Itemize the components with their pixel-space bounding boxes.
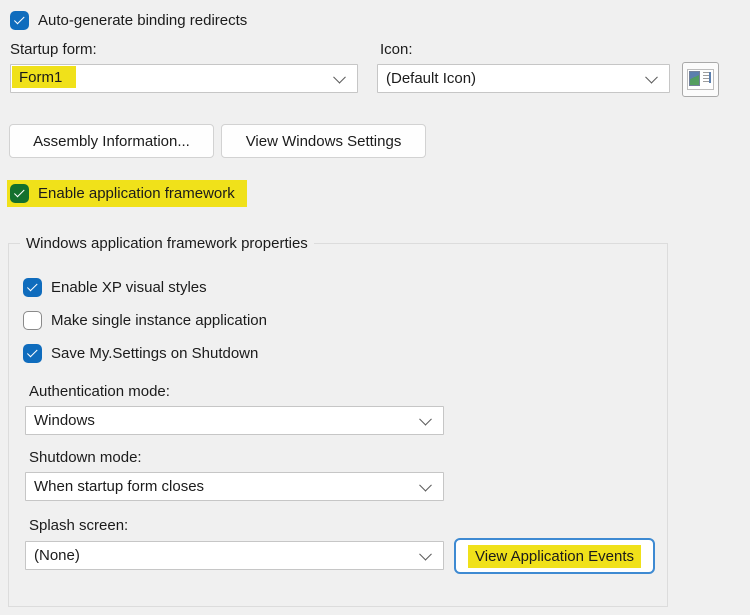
auto-generate-binding-redirects-label: Auto-generate binding redirects [38, 11, 247, 30]
checkbox-checked-icon [23, 278, 42, 297]
splash-screen-combobox[interactable]: (None) [25, 541, 444, 570]
checkbox-checked-icon [23, 344, 42, 363]
icon-value: (Default Icon) [378, 65, 476, 92]
splash-screen-label: Splash screen: [29, 517, 128, 535]
authentication-mode-label: Authentication mode: [29, 383, 170, 401]
splash-screen-value: (None) [26, 542, 80, 569]
assembly-information-button[interactable]: Assembly Information... [9, 124, 214, 158]
view-application-events-button[interactable]: View Application Events [454, 538, 655, 574]
groupbox-title: Windows application framework properties [20, 234, 314, 253]
image-preview-icon [687, 69, 714, 90]
view-windows-settings-button[interactable]: View Windows Settings [221, 124, 426, 158]
save-my-settings-label: Save My.Settings on Shutdown [51, 344, 258, 363]
checkbox-unchecked-icon [23, 311, 42, 330]
checkbox-checked-icon [10, 184, 29, 203]
chevron-down-icon [333, 70, 346, 83]
checkmark-icon [26, 347, 37, 358]
checkbox-auto-generate-binding-redirects[interactable]: Auto-generate binding redirects [10, 11, 247, 30]
authentication-mode-value: Windows [26, 407, 95, 434]
checkbox-save-my-settings[interactable]: Save My.Settings on Shutdown [23, 344, 258, 363]
checkbox-enable-application-framework[interactable]: Enable application framework [7, 180, 247, 207]
startup-form-combobox[interactable]: Form1 [10, 64, 358, 93]
chevron-down-icon [419, 547, 432, 560]
checkmark-icon [26, 281, 37, 292]
image-scrollbar [709, 72, 711, 83]
shutdown-mode-combobox[interactable]: When startup form closes [25, 472, 444, 501]
authentication-mode-combobox[interactable]: Windows [25, 406, 444, 435]
icon-label: Icon: [380, 41, 413, 59]
chevron-down-icon [419, 412, 432, 425]
assembly-information-label: Assembly Information... [33, 133, 190, 150]
enable-application-framework-label: Enable application framework [38, 184, 235, 203]
checkmark-icon [13, 14, 24, 25]
view-application-events-label: View Application Events [468, 545, 641, 568]
windows-application-framework-groupbox: Windows application framework properties… [8, 243, 668, 607]
checkbox-checked-icon [10, 11, 29, 30]
checkbox-enable-xp-visual-styles[interactable]: Enable XP visual styles [23, 278, 207, 297]
checkbox-make-single-instance[interactable]: Make single instance application [23, 311, 267, 330]
make-single-instance-label: Make single instance application [51, 311, 267, 330]
chevron-down-icon [645, 70, 658, 83]
icon-picker-button[interactable] [682, 62, 719, 97]
application-properties-panel: { "colors": { "background": "#f0f0f0", "… [0, 0, 750, 615]
checkmark-icon [13, 187, 24, 198]
startup-form-label: Startup form: [10, 41, 97, 59]
chevron-down-icon [419, 478, 432, 491]
shutdown-mode-label: Shutdown mode: [29, 449, 142, 467]
shutdown-mode-value: When startup form closes [26, 473, 204, 500]
enable-xp-visual-styles-label: Enable XP visual styles [51, 278, 207, 297]
icon-combobox[interactable]: (Default Icon) [377, 64, 670, 93]
image-swatch [689, 71, 700, 86]
startup-form-value: Form1 [12, 66, 76, 88]
view-windows-settings-label: View Windows Settings [246, 133, 402, 150]
